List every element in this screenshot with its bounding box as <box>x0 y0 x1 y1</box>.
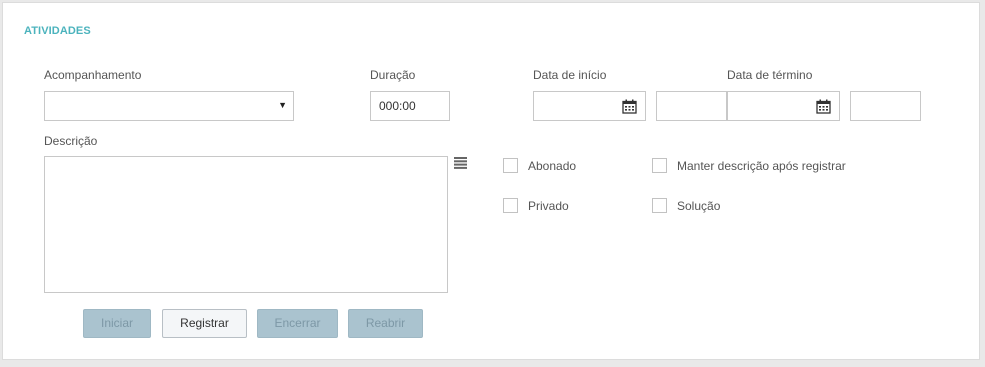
solucao-checkbox[interactable] <box>652 198 667 213</box>
duracao-label: Duração <box>370 68 416 82</box>
duracao-input[interactable]: 000:00 <box>370 91 450 121</box>
descricao-label: Descrição <box>44 134 98 148</box>
iniciar-button[interactable]: Iniciar <box>83 309 151 338</box>
acompanhamento-label: Acompanhamento <box>44 68 142 82</box>
manter-descricao-checkbox[interactable] <box>652 158 667 173</box>
data-inicio-date-input[interactable] <box>533 91 646 121</box>
reabrir-button[interactable]: Reabrir <box>348 309 423 338</box>
data-termino-label: Data de término <box>727 68 813 82</box>
descricao-textarea[interactable] <box>44 156 448 293</box>
chevron-down-icon: ▼ <box>278 100 287 110</box>
privado-label: Privado <box>528 199 569 213</box>
calendar-icon[interactable] <box>622 99 637 114</box>
privado-checkbox[interactable] <box>503 198 518 213</box>
section-title: ATIVIDADES <box>24 25 91 37</box>
registrar-button[interactable]: Registrar <box>162 309 247 338</box>
solucao-label: Solução <box>677 199 721 213</box>
menu-icon[interactable] <box>454 157 467 169</box>
data-termino-time-input[interactable] <box>850 91 921 121</box>
duracao-value: 000:00 <box>379 99 416 113</box>
calendar-icon[interactable] <box>816 99 831 114</box>
data-inicio-label: Data de início <box>533 68 607 82</box>
encerrar-button[interactable]: Encerrar <box>257 309 338 338</box>
manter-descricao-label: Manter descrição após registrar <box>677 159 846 173</box>
abonado-checkbox[interactable] <box>503 158 518 173</box>
atividades-panel: ATIVIDADES Acompanhamento ▼ Duração 000:… <box>2 2 980 360</box>
acompanhamento-select[interactable]: ▼ <box>44 91 294 121</box>
data-termino-date-input[interactable] <box>727 91 840 121</box>
data-inicio-time-input[interactable] <box>656 91 727 121</box>
abonado-label: Abonado <box>528 159 577 173</box>
